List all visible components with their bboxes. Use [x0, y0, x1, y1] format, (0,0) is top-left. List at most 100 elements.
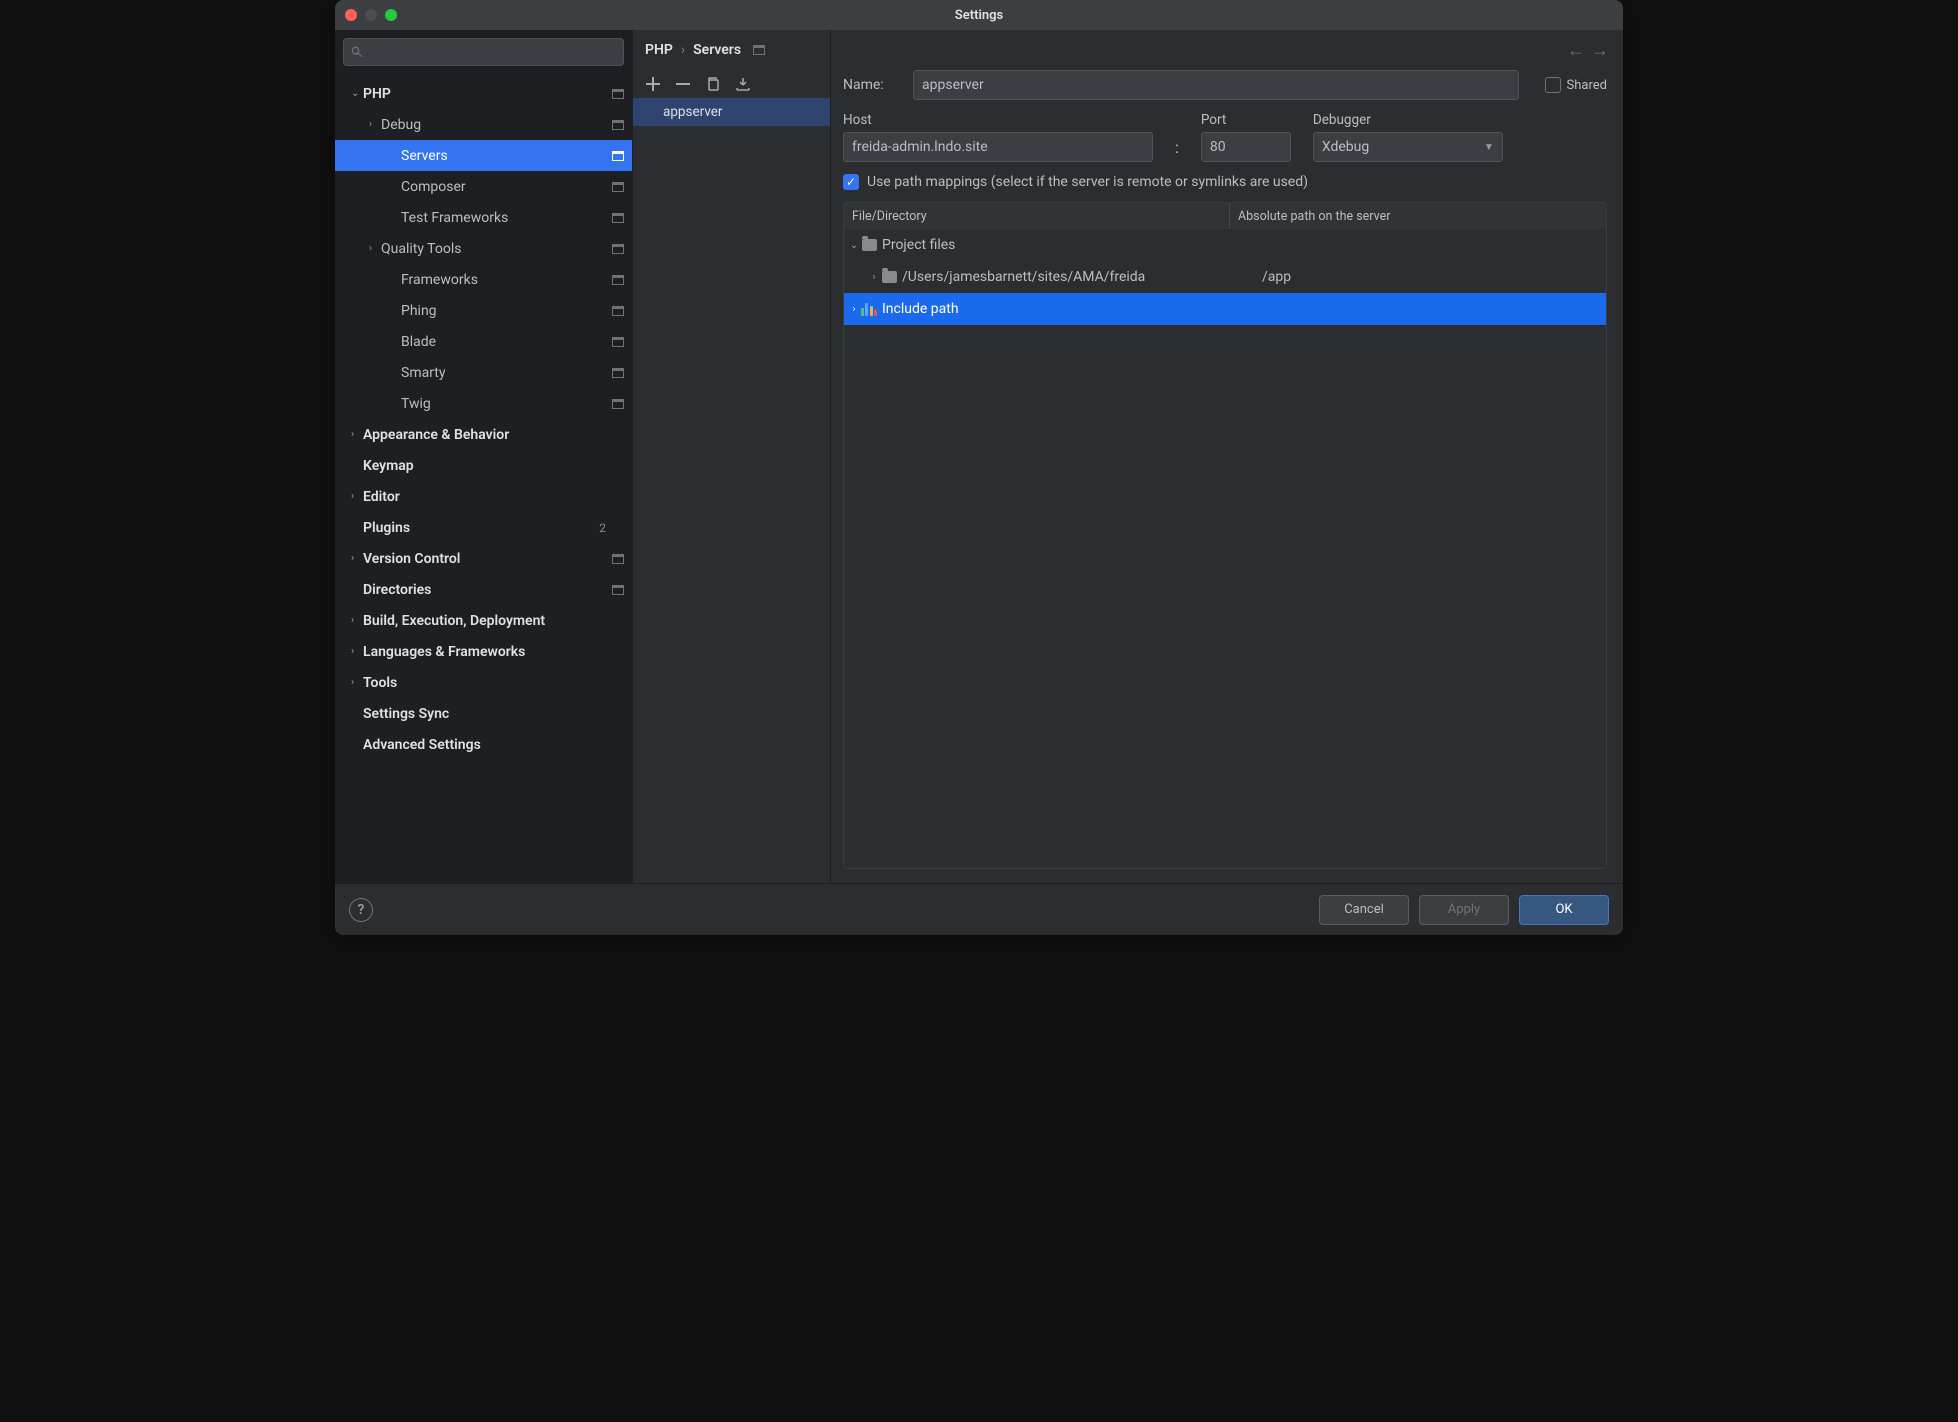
sidebar-item-settings-sync[interactable]: Settings Sync	[335, 698, 632, 729]
sidebar-item-blade[interactable]: Blade	[335, 326, 632, 357]
cancel-button[interactable]: Cancel	[1319, 895, 1409, 925]
breadcrumb-sep: ›	[681, 42, 685, 58]
remove-server-button[interactable]	[675, 76, 691, 92]
sidebar-item-label: Keymap	[363, 458, 624, 474]
sidebar-item-directories[interactable]: Directories	[335, 574, 632, 605]
port-input[interactable]	[1201, 132, 1291, 162]
include-path-icon	[860, 303, 878, 316]
expand-arrow-icon: ›	[369, 119, 381, 130]
servers-toolbar	[633, 70, 830, 98]
project-scope-icon	[612, 213, 624, 223]
sidebar-item-label: Twig	[401, 396, 612, 412]
sidebar-item-appearance-behavior[interactable]: ›Appearance & Behavior	[335, 419, 632, 450]
maximize-window-icon[interactable]	[385, 9, 397, 21]
minimize-window-icon[interactable]	[365, 9, 377, 21]
sidebar-item-test-frameworks[interactable]: Test Frameworks	[335, 202, 632, 233]
breadcrumb: PHP › Servers	[633, 30, 830, 70]
expand-arrow-icon: ›	[351, 429, 363, 440]
nav-forward-icon[interactable]: →	[1591, 40, 1609, 61]
sidebar-item-label: Settings Sync	[363, 706, 624, 722]
window-title: Settings	[335, 8, 1623, 23]
expand-arrow-icon: ›	[351, 677, 363, 688]
servers-list[interactable]: appserver	[633, 98, 830, 883]
sidebar-item-languages-frameworks[interactable]: ›Languages & Frameworks	[335, 636, 632, 667]
server-list-item[interactable]: appserver	[633, 98, 830, 126]
settings-tree[interactable]: ⌄PHP›DebugServersComposerTest Frameworks…	[335, 74, 632, 883]
sidebar-item-frameworks[interactable]: Frameworks	[335, 264, 632, 295]
project-scope-icon	[612, 120, 624, 130]
col-file-directory: File/Directory	[844, 203, 1230, 229]
sidebar-item-version-control[interactable]: ›Version Control	[335, 543, 632, 574]
sidebar-item-quality-tools[interactable]: ›Quality Tools	[335, 233, 632, 264]
sidebar-item-label: Frameworks	[401, 272, 612, 288]
debugger-select[interactable]: Xdebug ▼	[1313, 132, 1503, 162]
project-scope-icon	[612, 275, 624, 285]
path-row-label: Include path	[882, 301, 959, 317]
path-row[interactable]: › Include path	[844, 293, 1606, 325]
path-mappings-label: Use path mappings (select if the server …	[867, 174, 1308, 190]
help-button[interactable]: ?	[349, 898, 373, 922]
sidebar-item-label: Directories	[363, 582, 612, 598]
project-scope-icon	[612, 306, 624, 316]
sidebar-item-tools[interactable]: ›Tools	[335, 667, 632, 698]
apply-button[interactable]: Apply	[1419, 895, 1509, 925]
sidebar-item-badge: 2	[599, 521, 606, 535]
dialog-footer: ? Cancel Apply OK	[335, 883, 1623, 935]
shared-label: Shared	[1567, 78, 1607, 93]
breadcrumb-leaf[interactable]: Servers	[693, 42, 741, 58]
sidebar-item-twig[interactable]: Twig	[335, 388, 632, 419]
sidebar-item-editor[interactable]: ›Editor	[335, 481, 632, 512]
project-scope-icon	[612, 89, 624, 99]
sidebar-item-phing[interactable]: Phing	[335, 295, 632, 326]
nav-back-icon[interactable]: ←	[1567, 40, 1585, 61]
expand-arrow-icon: ›	[848, 304, 860, 315]
sidebar-item-smarty[interactable]: Smarty	[335, 357, 632, 388]
sidebar-item-debug[interactable]: ›Debug	[335, 109, 632, 140]
sidebar-item-php[interactable]: ⌄PHP	[335, 78, 632, 109]
path-mappings-table: File/Directory Absolute path on the serv…	[843, 202, 1607, 869]
path-row[interactable]: ⌄Project files	[844, 229, 1606, 261]
settings-search[interactable]	[343, 38, 624, 66]
shared-checkbox[interactable]	[1545, 77, 1561, 93]
sidebar-item-label: Editor	[363, 489, 624, 505]
project-scope-icon	[612, 585, 624, 595]
debugger-label: Debugger	[1313, 112, 1503, 128]
titlebar: Settings	[335, 0, 1623, 30]
project-scope-icon	[612, 151, 624, 161]
settings-window: Settings ⌄PHP›DebugServersComposerTest F…	[335, 0, 1623, 935]
host-port-separator: :	[1175, 132, 1179, 162]
path-row-value[interactable]: /app	[1254, 269, 1600, 285]
sidebar-item-composer[interactable]: Composer	[335, 171, 632, 202]
import-server-button[interactable]	[735, 76, 751, 92]
chevron-down-icon: ▼	[1484, 142, 1494, 153]
sidebar-item-keymap[interactable]: Keymap	[335, 450, 632, 481]
project-scope-icon	[612, 554, 624, 564]
add-server-button[interactable]	[645, 76, 661, 92]
path-row[interactable]: ›/Users/jamesbarnett/sites/AMA/freida/ap…	[844, 261, 1606, 293]
scope-icon	[753, 45, 765, 55]
settings-search-input[interactable]	[368, 44, 617, 61]
col-absolute-path: Absolute path on the server	[1230, 203, 1606, 229]
breadcrumb-root[interactable]: PHP	[645, 42, 673, 58]
sidebar-item-label: PHP	[363, 86, 612, 102]
server-detail-pane: ← → Name: Shared Host :	[831, 30, 1623, 883]
project-scope-icon	[612, 182, 624, 192]
expand-arrow-icon: ⌄	[351, 88, 363, 99]
close-window-icon[interactable]	[345, 9, 357, 21]
sidebar-item-advanced-settings[interactable]: Advanced Settings	[335, 729, 632, 760]
sidebar-item-plugins[interactable]: Plugins2	[335, 512, 632, 543]
server-name-input[interactable]	[913, 70, 1519, 100]
sidebar-item-label: Plugins	[363, 520, 599, 536]
ok-button[interactable]: OK	[1519, 895, 1609, 925]
path-mappings-checkbox[interactable]	[843, 174, 859, 190]
copy-server-button[interactable]	[705, 76, 721, 92]
host-input[interactable]	[843, 132, 1153, 162]
path-table-body[interactable]: ⌄Project files›/Users/jamesbarnett/sites…	[844, 229, 1606, 868]
sidebar-item-servers[interactable]: Servers	[335, 140, 632, 171]
debugger-value: Xdebug	[1322, 139, 1369, 155]
project-scope-icon	[612, 399, 624, 409]
name-label: Name:	[843, 77, 901, 93]
sidebar-item-label: Blade	[401, 334, 612, 350]
sidebar-item-build-execution-deployment[interactable]: ›Build, Execution, Deployment	[335, 605, 632, 636]
project-scope-icon	[612, 244, 624, 254]
